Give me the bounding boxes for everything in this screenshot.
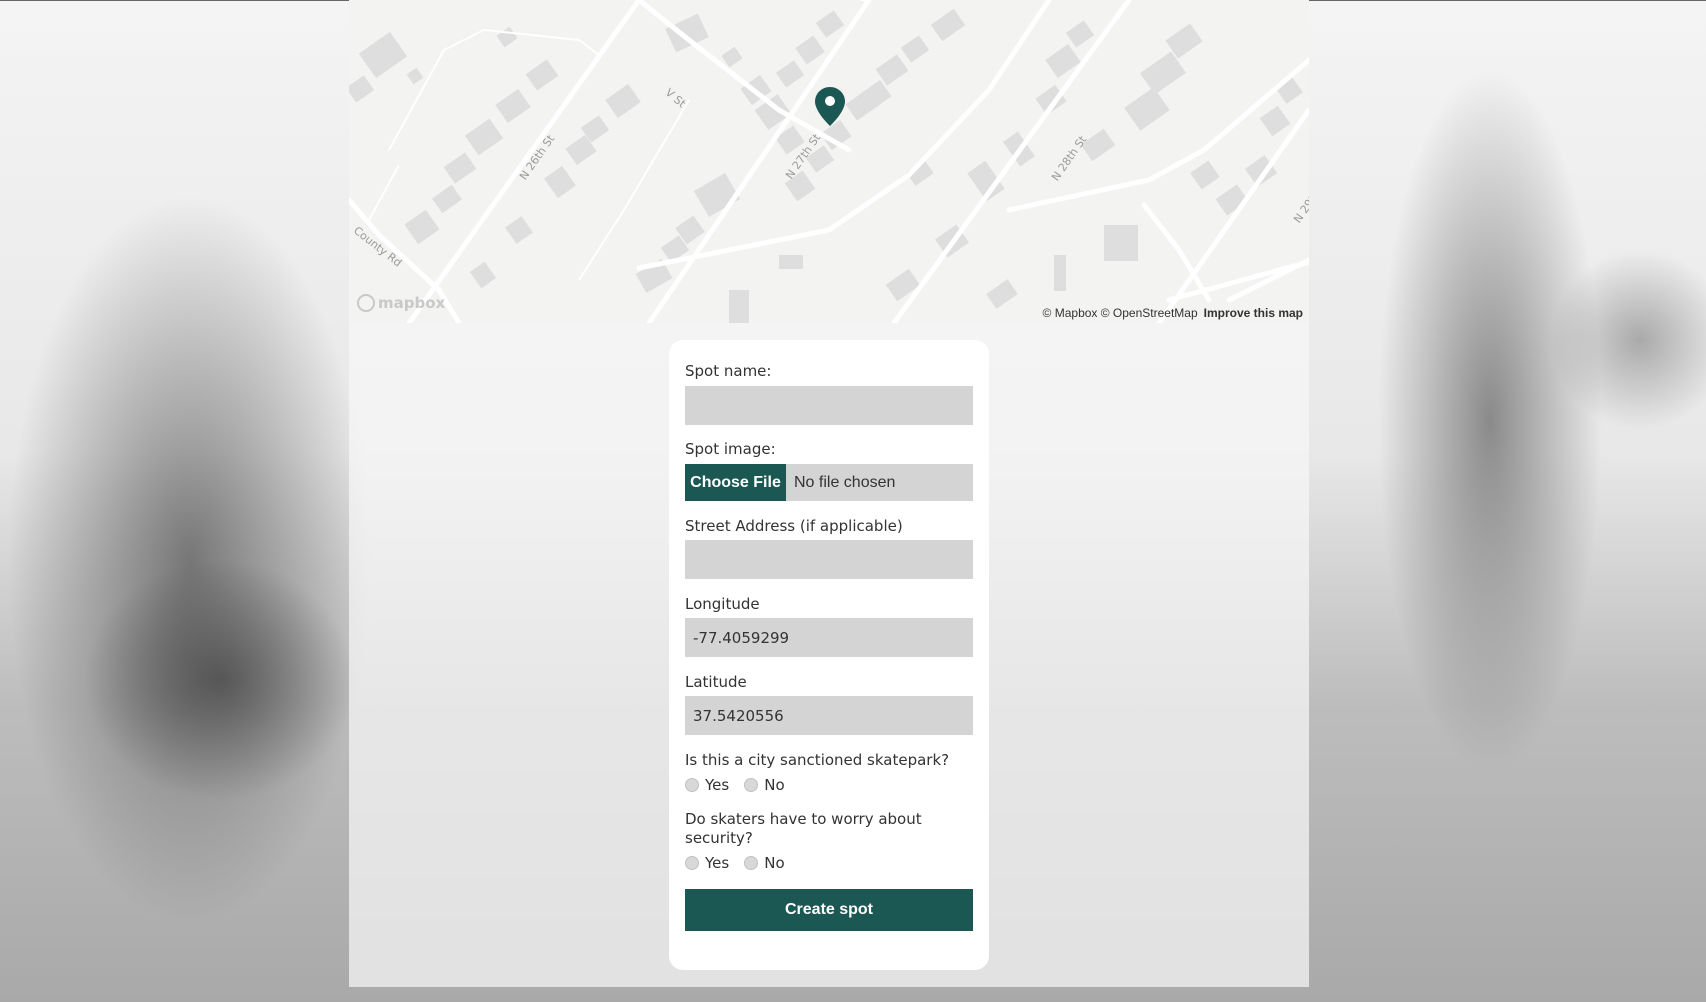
security-radio-group: Yes No [685, 854, 785, 872]
sanctioned-radio-group: Yes No [685, 776, 785, 794]
create-spot-button[interactable]: Create spot [685, 889, 973, 931]
map[interactable]: V St N 26th St N 27th St N 28th St N 29t… [349, 0, 1309, 323]
choose-file-button[interactable]: Choose File [685, 464, 786, 501]
street-address-label: Street Address (if applicable) [685, 517, 903, 535]
file-status-text: No file chosen [794, 473, 896, 491]
mapbox-logo[interactable]: mapbox [357, 294, 445, 312]
street-address-input[interactable] [685, 540, 973, 579]
create-spot-card: Spot name: Spot image: Choose File No fi… [669, 340, 989, 970]
spot-image-label: Spot image: [685, 440, 776, 458]
spot-name-input[interactable] [685, 386, 973, 425]
sanctioned-yes-radio[interactable] [685, 778, 699, 792]
map-attribution: © Mapbox © OpenStreetMap Improve this map [1043, 306, 1303, 320]
longitude-label: Longitude [685, 595, 760, 613]
mapbox-logo-text: mapbox [378, 294, 446, 312]
security-no-label[interactable]: No [764, 854, 784, 872]
longitude-input[interactable]: -77.4059299 [685, 618, 973, 657]
map-pin-icon[interactable] [815, 87, 845, 127]
attribution-text[interactable]: © Mapbox © OpenStreetMap [1043, 306, 1198, 320]
latitude-input[interactable]: 37.5420556 [685, 696, 973, 735]
sanctioned-no-radio[interactable] [744, 778, 759, 792]
security-yes-radio[interactable] [685, 856, 699, 870]
sanctioned-question: Is this a city sanctioned skatepark? [685, 751, 950, 769]
spot-image-file-input[interactable]: Choose File No file chosen [685, 464, 973, 501]
improve-map-link[interactable]: Improve this map [1204, 306, 1303, 320]
map-streets [349, 0, 1309, 323]
latitude-label: Latitude [685, 673, 747, 691]
page-container: V St N 26th St N 27th St N 28th St N 29t… [349, 0, 1309, 987]
security-yes-label[interactable]: Yes [705, 854, 729, 872]
sanctioned-no-label[interactable]: No [764, 776, 784, 794]
sanctioned-yes-label[interactable]: Yes [705, 776, 729, 794]
spot-name-label: Spot name: [685, 362, 772, 380]
security-no-radio[interactable] [744, 856, 759, 870]
mapbox-logo-icon [357, 294, 375, 312]
security-question: Do skaters have to worry about security? [685, 810, 922, 847]
